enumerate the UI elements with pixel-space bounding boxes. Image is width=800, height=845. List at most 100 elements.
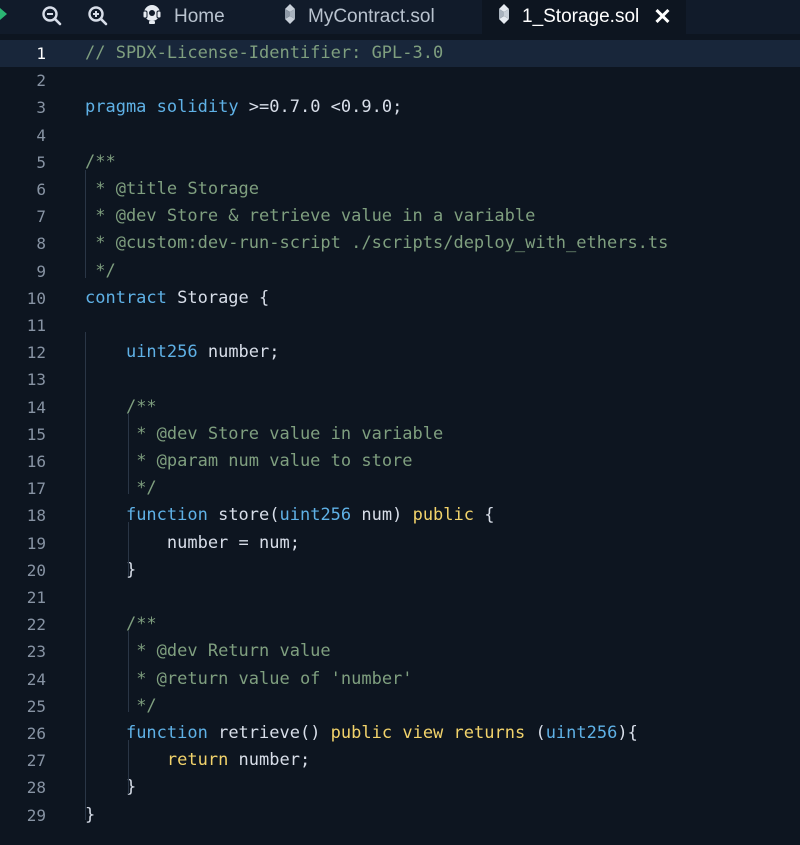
code-line[interactable]: 20 } bbox=[0, 557, 800, 584]
tab-label: 1_Storage.sol bbox=[522, 6, 640, 27]
code-line[interactable]: 5 /** bbox=[0, 149, 800, 176]
line-number: 22 bbox=[26, 615, 46, 635]
indent-guide bbox=[128, 413, 129, 494]
code-text: return number; bbox=[85, 747, 310, 774]
code-line[interactable]: 8 * @custom:dev-run-script ./scripts/dep… bbox=[0, 230, 800, 257]
line-number: 10 bbox=[26, 288, 46, 308]
code-line[interactable]: 1 // SPDX-License-Identifier: GPL-3.0 bbox=[0, 40, 800, 67]
code-line[interactable]: 27 return number; bbox=[0, 747, 800, 774]
code-line[interactable]: 16 * @param num value to store bbox=[0, 448, 800, 475]
code-line[interactable]: 11 bbox=[0, 312, 800, 339]
line-number: 29 bbox=[26, 805, 46, 825]
line-number: 19 bbox=[26, 533, 46, 553]
code-token: view bbox=[402, 723, 444, 743]
code-text: * @return value of 'number' bbox=[85, 666, 413, 693]
tab-bar: Home MyContract.sol 1_Storage.sol ✕ bbox=[0, 0, 800, 34]
code-line[interactable]: 3 pragma solidity >=0.7.0 <0.9.0; bbox=[0, 94, 800, 121]
code-token: ( bbox=[525, 723, 546, 743]
run-indicator-icon[interactable] bbox=[0, 8, 7, 20]
code-text: */ bbox=[85, 693, 156, 720]
code-line[interactable]: 13 bbox=[0, 366, 800, 393]
code-token: ){ bbox=[617, 723, 638, 743]
line-number: 28 bbox=[26, 778, 46, 798]
line-number: 6 bbox=[36, 180, 46, 199]
solidity-icon bbox=[496, 3, 512, 31]
code-token: function bbox=[125, 723, 208, 743]
code-line[interactable]: 24 * @return value of 'number' bbox=[0, 666, 800, 693]
line-number: 11 bbox=[26, 316, 46, 335]
code-token: number; bbox=[228, 750, 311, 771]
code-token: * @return value of 'number' bbox=[125, 668, 413, 689]
code-line[interactable]: 15 * @dev Store value in variable bbox=[0, 421, 800, 448]
line-number: 9 bbox=[36, 261, 46, 281]
line-number: 21 bbox=[26, 588, 46, 607]
code-line[interactable]: 23 * @dev Return value bbox=[0, 638, 800, 665]
code-line[interactable]: 22 /** bbox=[0, 611, 800, 638]
code-text: function store(uint256 num) public { bbox=[85, 502, 495, 529]
code-line[interactable]: 6 * @title Storage bbox=[0, 176, 800, 203]
code-token: /** bbox=[85, 151, 116, 172]
code-line[interactable]: 2 bbox=[0, 67, 800, 94]
line-number: 18 bbox=[26, 506, 46, 526]
line-number: 12 bbox=[26, 343, 46, 363]
code-line[interactable]: 19 number = num; bbox=[0, 530, 800, 557]
code-token: public bbox=[412, 505, 474, 526]
tab-label: Home bbox=[174, 6, 225, 27]
code-line[interactable]: 29} bbox=[0, 802, 800, 829]
line-number: 7 bbox=[36, 207, 46, 227]
code-line[interactable]: 12 uint256 number; bbox=[0, 339, 800, 366]
code-line[interactable]: 9 */ bbox=[0, 258, 800, 285]
code-text: /** bbox=[85, 394, 157, 421]
code-text: // SPDX-License-Identifier: GPL-3.0 bbox=[85, 40, 443, 67]
code-line[interactable]: 25 */ bbox=[0, 693, 800, 720]
code-token: * @param num value to store bbox=[125, 451, 413, 471]
code-token: uint256 bbox=[125, 342, 198, 363]
tab-1-storage[interactable]: 1_Storage.sol ✕ bbox=[482, 0, 686, 34]
tab-home[interactable]: Home bbox=[140, 0, 225, 34]
indent-guide bbox=[85, 332, 86, 820]
code-token: pragma bbox=[85, 97, 147, 118]
line-number: 27 bbox=[26, 751, 46, 771]
code-line[interactable]: 4 bbox=[0, 122, 800, 149]
code-line[interactable]: 21 bbox=[0, 584, 800, 611]
code-line[interactable]: 28 } bbox=[0, 774, 800, 801]
close-icon[interactable]: ✕ bbox=[653, 4, 671, 30]
code-token: * @dev Store & retrieve value in a varia… bbox=[85, 206, 536, 227]
code-token: returns bbox=[453, 723, 526, 743]
code-line[interactable]: 7 * @dev Store & retrieve value in a var… bbox=[0, 203, 800, 230]
code-token: solidity bbox=[156, 97, 239, 118]
code-line[interactable]: 14 /** bbox=[0, 394, 800, 421]
home-icon bbox=[140, 2, 164, 32]
code-token: { bbox=[474, 505, 495, 526]
line-number: 13 bbox=[26, 370, 46, 390]
code-line[interactable]: 26 function retrieve() public view retur… bbox=[0, 720, 800, 747]
solidity-icon bbox=[282, 3, 298, 31]
code-line[interactable]: 18 function store(uint256 num) public { bbox=[0, 502, 800, 529]
line-number: 8 bbox=[36, 234, 46, 254]
line-number: 1 bbox=[36, 44, 46, 63]
line-number: 17 bbox=[26, 479, 46, 499]
code-editor[interactable]: 1 // SPDX-License-Identifier: GPL-3.0 2 3 pr… bbox=[0, 34, 800, 845]
tab-mycontract[interactable]: MyContract.sol bbox=[282, 0, 435, 34]
line-number: 5 bbox=[36, 152, 46, 172]
code-text: /** bbox=[85, 611, 157, 638]
code-text: * @dev Return value bbox=[85, 638, 331, 665]
code-line[interactable]: 17 */ bbox=[0, 475, 800, 502]
code-line[interactable]: 10 contract Storage { bbox=[0, 285, 800, 312]
zoom-out-icon[interactable] bbox=[40, 4, 64, 28]
code-text: */ bbox=[85, 258, 115, 285]
code-text: * @title Storage bbox=[85, 176, 259, 203]
code-token: * @dev Return value bbox=[125, 641, 331, 662]
zoom-in-icon[interactable] bbox=[86, 4, 110, 28]
code-text: /** bbox=[85, 149, 116, 176]
line-number: 16 bbox=[26, 452, 46, 471]
